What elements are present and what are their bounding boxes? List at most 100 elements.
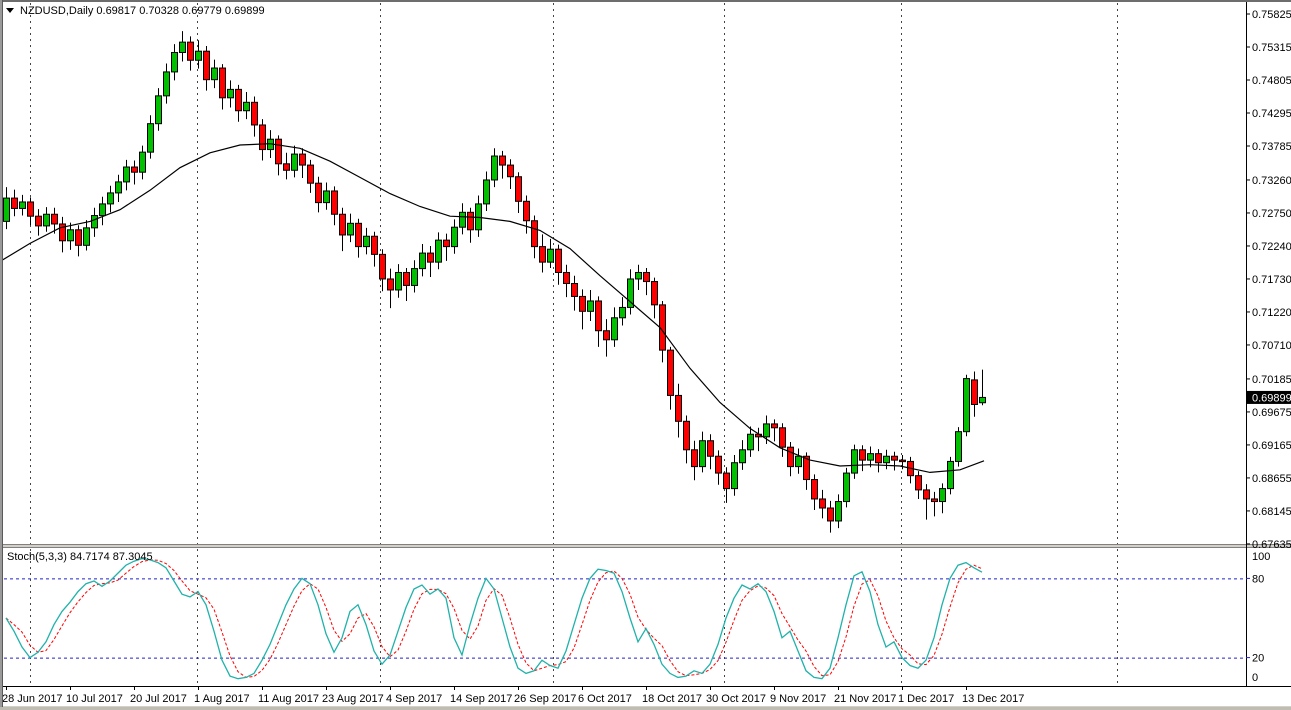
bearish-candle [644,272,650,281]
bearish-candle [132,167,138,172]
bearish-candle [716,456,722,473]
bearish-candle [676,395,682,421]
price-axis-label: 0.73260 [1252,175,1291,187]
stoch-axis-label-100: 100 [1252,551,1270,563]
price-axis-label: 0.74805 [1252,75,1291,87]
price-axis-label: 0.74295 [1252,108,1291,120]
time-axis-label: 10 Jul 2017 [66,693,123,705]
bullish-candle [116,182,122,193]
price-axis-label: 0.73785 [1252,141,1291,153]
bullish-candle [92,216,98,228]
moving-average-line [0,144,984,473]
bearish-candle [404,272,410,285]
window-border-top [0,0,1291,2]
bearish-candle [220,68,226,98]
mt4-chart-window: 0.75825 0.75315 0.74805 0.74295 0.73785 0.732… [0,0,1291,710]
bearish-candle [556,249,562,272]
bearish-candle [820,499,826,508]
price-axis-label: 0.72240 [1252,241,1291,253]
bearish-candle [500,156,506,165]
bearish-candle [772,424,778,428]
stoch-axis-label-0: 0 [1252,672,1258,684]
bullish-candle [20,202,26,208]
time-axis-label: 23 Aug 2017 [322,693,384,705]
bullish-candle [732,463,738,489]
bullish-candle [108,193,114,204]
bullish-candle [4,198,10,221]
bullish-candle [460,212,466,227]
bearish-candle [876,454,882,463]
bearish-candle [300,154,306,165]
time-axis-label: 1 Aug 2017 [194,693,250,705]
stoch-signal-line [6,560,982,678]
bearish-candle [36,216,42,226]
stoch-indicator-label: Stoch(5,3,3) 84.7174 87.3045 [7,551,153,563]
bearish-candle [580,296,586,311]
bearish-candle [540,247,546,263]
bearish-candle [564,272,570,283]
current-price-label: 0.69899 [1252,392,1291,404]
bearish-candle [524,201,530,220]
bearish-candle [260,125,266,150]
bearish-candle [692,450,698,467]
bullish-candle [396,272,402,289]
bearish-candle [652,282,658,305]
bullish-candle [868,454,874,460]
bearish-candle [516,177,522,202]
bullish-candle [884,456,890,462]
bearish-candle [28,202,34,216]
price-axis-label: 0.71220 [1252,307,1291,319]
time-axis-label: 11 Aug 2017 [258,693,319,705]
time-axis-label: 21 Nov 2017 [834,693,896,705]
bullish-candle [348,223,354,235]
bearish-candle [380,254,386,279]
bullish-candle [364,236,370,246]
bullish-candle [68,230,74,241]
price-axis-label: 0.71730 [1252,274,1291,286]
bullish-candle [452,227,458,246]
bearish-candle [356,223,362,246]
time-axis-label: 9 Nov 2017 [770,693,826,705]
bearish-candle [972,380,978,405]
bearish-candle [932,499,938,502]
bullish-candle [140,152,146,172]
bearish-candle [276,139,282,164]
time-axis-label: 13 Dec 2017 [962,693,1024,705]
price-axis-label: 0.68145 [1252,506,1291,518]
bullish-candle [620,307,626,317]
bullish-candle [100,204,106,216]
bullish-candle [964,379,970,432]
price-axis-label: 0.75825 [1252,9,1291,21]
price-axis-label: 0.72750 [1252,208,1291,220]
bearish-candle [892,456,898,460]
price-axis-label: 0.70710 [1252,340,1291,352]
bearish-candle [924,490,930,499]
bearish-candle [780,428,786,447]
bullish-candle [492,156,498,180]
price-axis-label: 0.68655 [1252,473,1291,485]
stoch-main-line [6,559,982,679]
bullish-candle [588,301,594,311]
bullish-candle [412,269,418,286]
bearish-candle [812,480,818,499]
price-axis-label: 0.70185 [1252,374,1291,386]
bullish-candle [956,432,962,462]
price-axis-label: 0.69165 [1252,440,1291,452]
bearish-candle [572,283,578,296]
bullish-candle [700,441,706,467]
stoch-axis-label-20: 20 [1252,653,1264,665]
bearish-candle [684,421,690,449]
bullish-candle [796,456,802,466]
price-axis-label: 0.75315 [1252,42,1291,54]
bullish-candle [156,96,162,124]
bullish-candle [172,52,178,71]
bearish-candle [252,102,258,125]
bullish-candle [764,424,770,437]
bullish-candle [852,450,858,473]
price-axis-label: 0.69675 [1252,407,1291,419]
price-chart-canvas[interactable]: 0.75825 0.75315 0.74805 0.74295 0.73785 0.732… [0,0,1291,710]
bearish-candle [604,331,610,340]
collapse-indicator-icon[interactable] [6,8,14,13]
bearish-candle [668,350,674,395]
bearish-candle [860,450,866,460]
